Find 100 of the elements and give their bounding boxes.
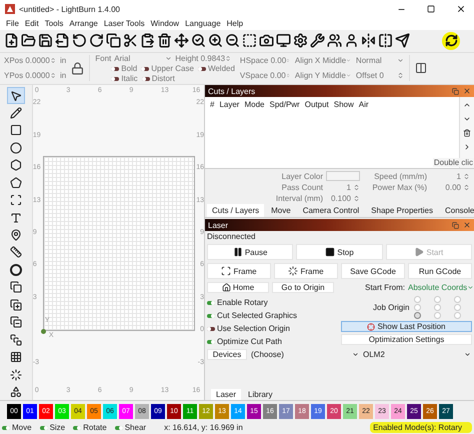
font-select[interactable]: Arial	[114, 53, 172, 64]
lock-icon[interactable]	[71, 62, 84, 75]
transform-toggle[interactable]: Rotate	[73, 423, 107, 432]
redo-icon[interactable]	[89, 33, 104, 48]
spinner-icon[interactable]	[225, 54, 232, 62]
align-select[interactable]: Align Y Middle	[294, 70, 351, 81]
panel-tab[interactable]: Move	[266, 204, 296, 218]
panel-tab[interactable]: Library	[243, 389, 278, 400]
float-icon[interactable]	[452, 88, 459, 95]
float-icon[interactable]	[452, 222, 459, 229]
origin-radio[interactable]	[454, 296, 462, 304]
wrench-icon[interactable]	[310, 33, 325, 48]
close-icon[interactable]	[456, 4, 466, 14]
maximize-icon[interactable]	[427, 5, 435, 13]
copy-icon[interactable]	[106, 33, 121, 48]
toggle-icon[interactable]	[2, 426, 10, 430]
toggle-icon[interactable]	[141, 66, 150, 71]
text-option-toggle[interactable]: Upper Case	[141, 64, 194, 74]
style-select[interactable]: Normal	[356, 56, 404, 66]
panel-tab[interactable]: Console	[440, 204, 474, 218]
start-from-select[interactable]: Absolute Coords	[408, 282, 474, 293]
laser-option-toggle[interactable]: Enable Rotary	[207, 298, 337, 308]
spinner-icon[interactable]	[50, 57, 56, 64]
send-icon[interactable]	[395, 33, 410, 48]
spinner-icon[interactable]	[353, 184, 360, 191]
text-option-toggle[interactable]: Welded	[198, 64, 235, 74]
laser-action-button[interactable]: Save GCode	[341, 263, 405, 280]
refresh-icon[interactable]	[442, 32, 460, 50]
zoom-fit-icon[interactable]	[191, 33, 206, 48]
spinner-icon[interactable]	[463, 184, 470, 191]
toggle-icon[interactable]	[207, 326, 215, 331]
save-icon[interactable]	[38, 33, 53, 48]
origin-radio[interactable]	[434, 296, 442, 304]
origin-radio[interactable]	[454, 312, 462, 320]
undo-icon[interactable]	[72, 33, 87, 48]
interval-field[interactable]: 0.100	[326, 193, 360, 204]
speed-field[interactable]: 1	[430, 171, 470, 182]
new-file-icon[interactable]	[4, 33, 19, 48]
layer-color-field[interactable]	[326, 171, 360, 182]
trash-icon[interactable]	[463, 129, 471, 138]
align-select[interactable]: Align X Middle	[294, 56, 351, 66]
menu-item[interactable]: Language	[182, 19, 224, 28]
pass-count-field[interactable]: 1	[326, 182, 360, 192]
origin-radio[interactable]	[454, 304, 462, 312]
users-icon[interactable]	[327, 33, 342, 48]
laser-option-toggle[interactable]: Optimize Cut Path	[207, 337, 337, 346]
toggle-icon[interactable]	[142, 76, 150, 81]
zoom-out-icon[interactable]	[225, 33, 240, 48]
toggle-icon[interactable]	[111, 76, 120, 81]
toggle-icon[interactable]	[207, 314, 215, 318]
dashed-square-icon[interactable]	[242, 33, 257, 48]
transform-toggle[interactable]: Move	[2, 423, 32, 432]
origin-radio[interactable]	[414, 304, 422, 312]
origin-radio[interactable]	[414, 296, 422, 304]
laser-action-button[interactable]: Frame	[207, 263, 271, 280]
menu-item[interactable]: File	[3, 19, 22, 28]
menu-item[interactable]: Help	[224, 19, 246, 28]
position-field[interactable]: XPos 0.0000	[4, 56, 56, 66]
panel-tab[interactable]: Shape Properties	[366, 204, 438, 218]
user-icon[interactable]	[344, 33, 359, 48]
expand-icon[interactable]	[463, 143, 471, 152]
zoom-in-icon[interactable]	[208, 33, 223, 48]
toggle-icon[interactable]	[114, 426, 123, 430]
laser-action-button[interactable]: Frame	[274, 263, 338, 280]
move-button[interactable]: Home	[207, 282, 269, 294]
trash-icon[interactable]	[157, 33, 172, 48]
origin-radio[interactable]	[414, 312, 422, 320]
spinner-icon[interactable]	[353, 194, 360, 202]
laser-option-toggle[interactable]: Use Selection Origin	[207, 324, 337, 334]
panel-tab[interactable]: Camera Control	[298, 204, 364, 218]
monitor-icon[interactable]	[276, 33, 291, 48]
menu-item[interactable]: Laser Tools	[100, 19, 148, 28]
menu-item[interactable]: Arrange	[66, 19, 101, 28]
menu-item[interactable]: Edit	[22, 19, 42, 28]
show-last-position-button[interactable]: Show Last Position	[341, 321, 472, 332]
menu-item[interactable]: Window	[148, 19, 182, 28]
spinner-icon[interactable]	[463, 172, 470, 180]
devices-button[interactable]: Devices	[207, 349, 247, 360]
spacing-field[interactable]: VSpace 0.00	[240, 70, 290, 81]
origin-radio[interactable]	[434, 304, 442, 312]
laser-action-button[interactable]: Run GCode	[408, 263, 472, 280]
laser-control-button[interactable]: Pause	[207, 244, 294, 260]
spacing-field[interactable]: HSpace 0.00	[240, 56, 290, 66]
panel-tab[interactable]: Laser	[211, 389, 242, 400]
transform-toggle[interactable]: Size	[40, 423, 66, 432]
export-file-icon[interactable]	[55, 33, 70, 48]
settings-icon[interactable]	[293, 33, 308, 48]
height-field[interactable]: Height 0.9843	[175, 53, 232, 64]
spinner-icon[interactable]	[396, 72, 404, 80]
camera-icon[interactable]	[259, 33, 274, 48]
move-button[interactable]: Go to Origin	[272, 282, 334, 294]
flip-icon[interactable]	[361, 33, 376, 48]
text-option-toggle[interactable]: Distort	[142, 74, 175, 84]
panel-icon[interactable]	[414, 62, 427, 74]
spinner-icon[interactable]	[50, 72, 56, 80]
mirror-icon[interactable]	[378, 33, 393, 48]
transform-toggle[interactable]: Shear	[114, 423, 146, 432]
text-option-toggle[interactable]: Bold	[111, 64, 138, 74]
toggle-icon[interactable]	[207, 340, 215, 344]
position-field[interactable]: YPos 0.0000	[4, 70, 56, 81]
